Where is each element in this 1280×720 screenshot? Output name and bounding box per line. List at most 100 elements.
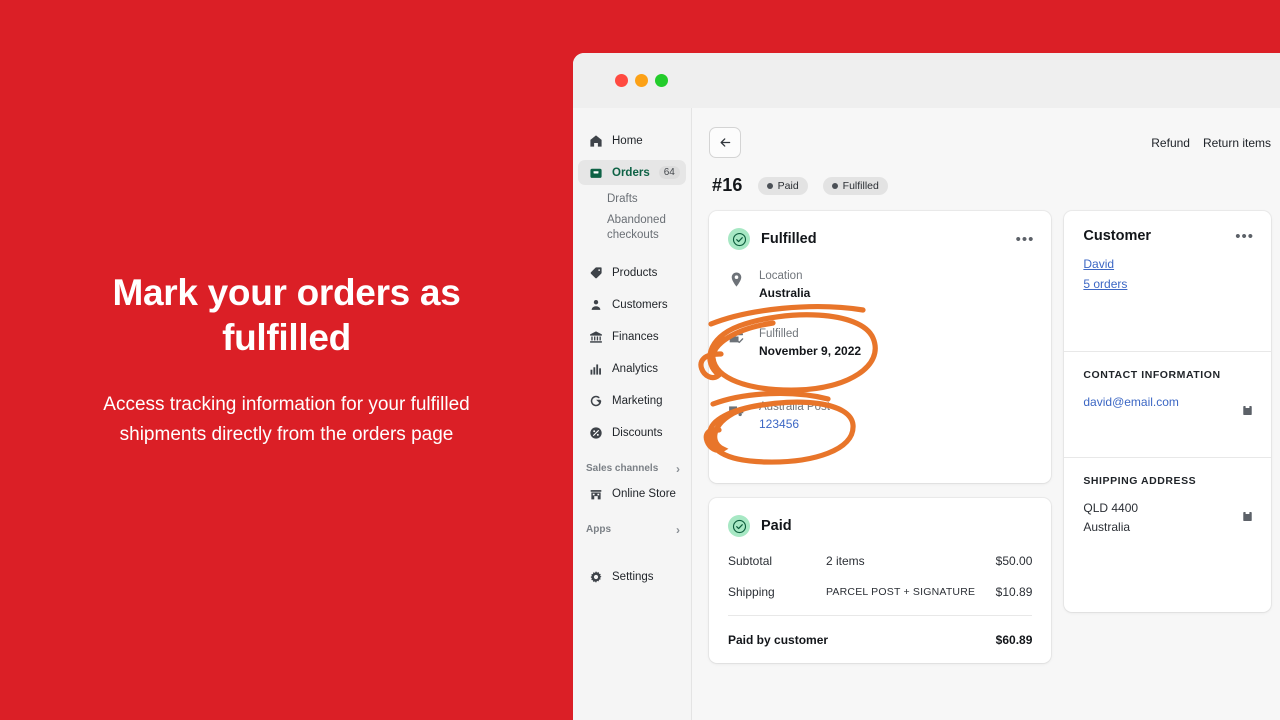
payment-divider — [728, 615, 1033, 616]
primary-column: Fulfilled ••• Location Australia Fulfill… — [709, 211, 1052, 663]
subtotal-detail: 2 items — [826, 554, 865, 568]
sidebar-section-sales-channels[interactable]: Sales channels › — [573, 462, 691, 476]
payment-card: Paid Subtotal 2 items $50.00 Shipping PA… — [709, 498, 1052, 663]
fulfillment-location-row: Location Australia — [709, 268, 1051, 302]
close-window-button[interactable] — [615, 74, 628, 87]
app-window: Home Orders 64 Drafts Abandoned checkout… — [573, 53, 1280, 720]
sidebar-item-home[interactable]: Home — [578, 128, 686, 153]
sidebar-item-orders[interactable]: Orders 64 — [578, 160, 686, 185]
customer-orders-link[interactable]: 5 orders — [1083, 277, 1254, 291]
sidebar-item-label: Finances — [612, 331, 659, 344]
sidebar-item-customers[interactable]: Customers — [578, 293, 686, 318]
chevron-right-icon: › — [676, 522, 680, 537]
refund-button[interactable]: Refund — [1151, 136, 1190, 150]
secondary-column: Customer ••• David 5 orders CONTACT INFO… — [1064, 211, 1271, 663]
total-label: Paid by customer — [728, 633, 829, 647]
promo-panel: Mark your orders as fulfilled Access tra… — [0, 0, 573, 720]
sidebar-section-apps[interactable]: Apps › — [573, 523, 691, 537]
shipping-address-heading: SHIPPING ADDRESS — [1083, 475, 1197, 487]
sidebar: Home Orders 64 Drafts Abandoned checkout… — [573, 108, 692, 720]
subtotal-amount: $50.00 — [995, 554, 1033, 568]
status-dot-icon — [831, 182, 838, 189]
shipping-address-line-2: Australia — [1083, 520, 1131, 535]
apps-label: Apps — [586, 524, 611, 536]
sidebar-item-label: Orders — [612, 166, 650, 179]
bar-chart-icon — [590, 364, 601, 375]
window-titlebar — [573, 53, 1280, 108]
promo-subtext: Access tracking information for your ful… — [103, 394, 470, 446]
order-number: #16 — [712, 175, 743, 195]
sidebar-subitem-abandoned-checkouts[interactable]: Abandoned checkouts — [573, 213, 685, 243]
sidebar-item-products[interactable]: Products — [578, 261, 686, 286]
location-label: Location — [759, 270, 803, 282]
tracking-number-link[interactable]: 123456 — [759, 416, 830, 433]
shipping-amount: $10.89 — [995, 585, 1033, 599]
sidebar-subitem-drafts[interactable]: Drafts — [573, 192, 685, 207]
location-value: Australia — [759, 285, 811, 300]
fulfillment-card: Fulfilled ••• Location Australia Fulfill… — [709, 211, 1052, 483]
minimize-window-button[interactable] — [635, 74, 648, 87]
arrow-left-icon — [720, 138, 730, 147]
payment-card-header: Paid — [709, 498, 1051, 537]
customer-card: Customer ••• David 5 orders CONTACT INFO… — [1064, 211, 1271, 612]
status-badge-label: Fulfilled — [842, 179, 879, 192]
chevron-right-icon: › — [676, 461, 680, 476]
sidebar-item-discounts[interactable]: Discounts — [578, 421, 686, 446]
order-header: #16 Paid Fulfilled — [712, 175, 1271, 196]
fulfillment-card-title: Fulfilled — [761, 231, 817, 247]
home-icon — [590, 134, 602, 147]
orders-icon — [590, 168, 602, 178]
customer-card-title: Customer — [1083, 228, 1152, 244]
window-body: Home Orders 64 Drafts Abandoned checkout… — [573, 108, 1280, 720]
sidebar-item-label: Home — [612, 134, 643, 147]
gear-icon — [590, 571, 602, 584]
check-circle-icon — [728, 515, 750, 537]
sidebar-item-marketing[interactable]: Marketing — [578, 389, 686, 414]
status-badge-label: Paid — [777, 179, 799, 192]
copy-email-icon[interactable] — [1241, 404, 1254, 422]
customer-more-actions-button[interactable]: ••• — [1235, 229, 1254, 244]
shipping-label: Shipping — [728, 585, 775, 599]
sidebar-item-label: Discounts — [612, 427, 663, 440]
customer-name-link[interactable]: David — [1083, 257, 1254, 271]
sidebar-item-analytics[interactable]: Analytics — [578, 357, 686, 382]
tracking-row: Australia Post 123456 — [709, 399, 1051, 433]
fulfilled-date-label: Fulfilled — [759, 328, 799, 341]
fulfillment-date-row: Fulfilled November 9, 2022 — [709, 326, 1051, 360]
promo-headline: Mark your orders as fulfilled — [112, 271, 461, 358]
return-items-button[interactable]: Return items — [1203, 136, 1271, 150]
customer-summary-section: Customer ••• David 5 orders — [1064, 211, 1271, 351]
sidebar-item-label: Products — [612, 267, 658, 280]
orders-count-badge: 64 — [658, 166, 680, 179]
sidebar-item-label: Settings — [612, 571, 654, 584]
total-amount: $60.89 — [995, 633, 1033, 647]
shipping-address-section: SHIPPING ADDRESS QLD 4400 Australia — [1064, 457, 1271, 612]
customer-email[interactable]: david@email.com — [1083, 393, 1254, 412]
sidebar-item-settings[interactable]: Settings — [578, 565, 686, 590]
carrier-label: Australia Post — [759, 401, 830, 414]
copy-address-icon[interactable] — [1241, 510, 1254, 528]
shipping-address-line-1: QLD 4400 — [1083, 501, 1139, 515]
sales-channels-label: Sales channels — [586, 463, 659, 475]
location-pin-icon — [731, 272, 742, 287]
payment-row-total: Paid by customer $60.89 — [709, 633, 1051, 647]
payment-row-subtotal: Subtotal 2 items $50.00 — [709, 554, 1051, 568]
store-icon — [590, 490, 602, 500]
main-content: Refund Return items #16 Paid Fulfilled F… — [692, 108, 1280, 720]
sidebar-item-label: Online Store — [612, 488, 676, 501]
contact-information-heading: CONTACT INFORMATION — [1083, 369, 1221, 381]
sidebar-item-online-store[interactable]: Online Store — [578, 482, 686, 507]
truck-icon — [729, 406, 744, 417]
discount-icon — [590, 427, 602, 439]
maximize-window-button[interactable] — [655, 74, 668, 87]
package-check-icon — [729, 333, 744, 344]
sidebar-item-label: Analytics — [612, 363, 659, 376]
back-button[interactable] — [709, 127, 741, 158]
customer-card-header: Customer ••• — [1083, 228, 1254, 244]
shipping-detail: PARCEL POST + SIGNATURE — [826, 586, 976, 598]
tag-icon — [590, 267, 602, 279]
bank-icon — [590, 331, 602, 343]
status-badge-fulfilled: Fulfilled — [822, 176, 888, 195]
sidebar-item-finances[interactable]: Finances — [578, 325, 686, 350]
fulfillment-more-actions-button[interactable]: ••• — [1016, 232, 1035, 247]
